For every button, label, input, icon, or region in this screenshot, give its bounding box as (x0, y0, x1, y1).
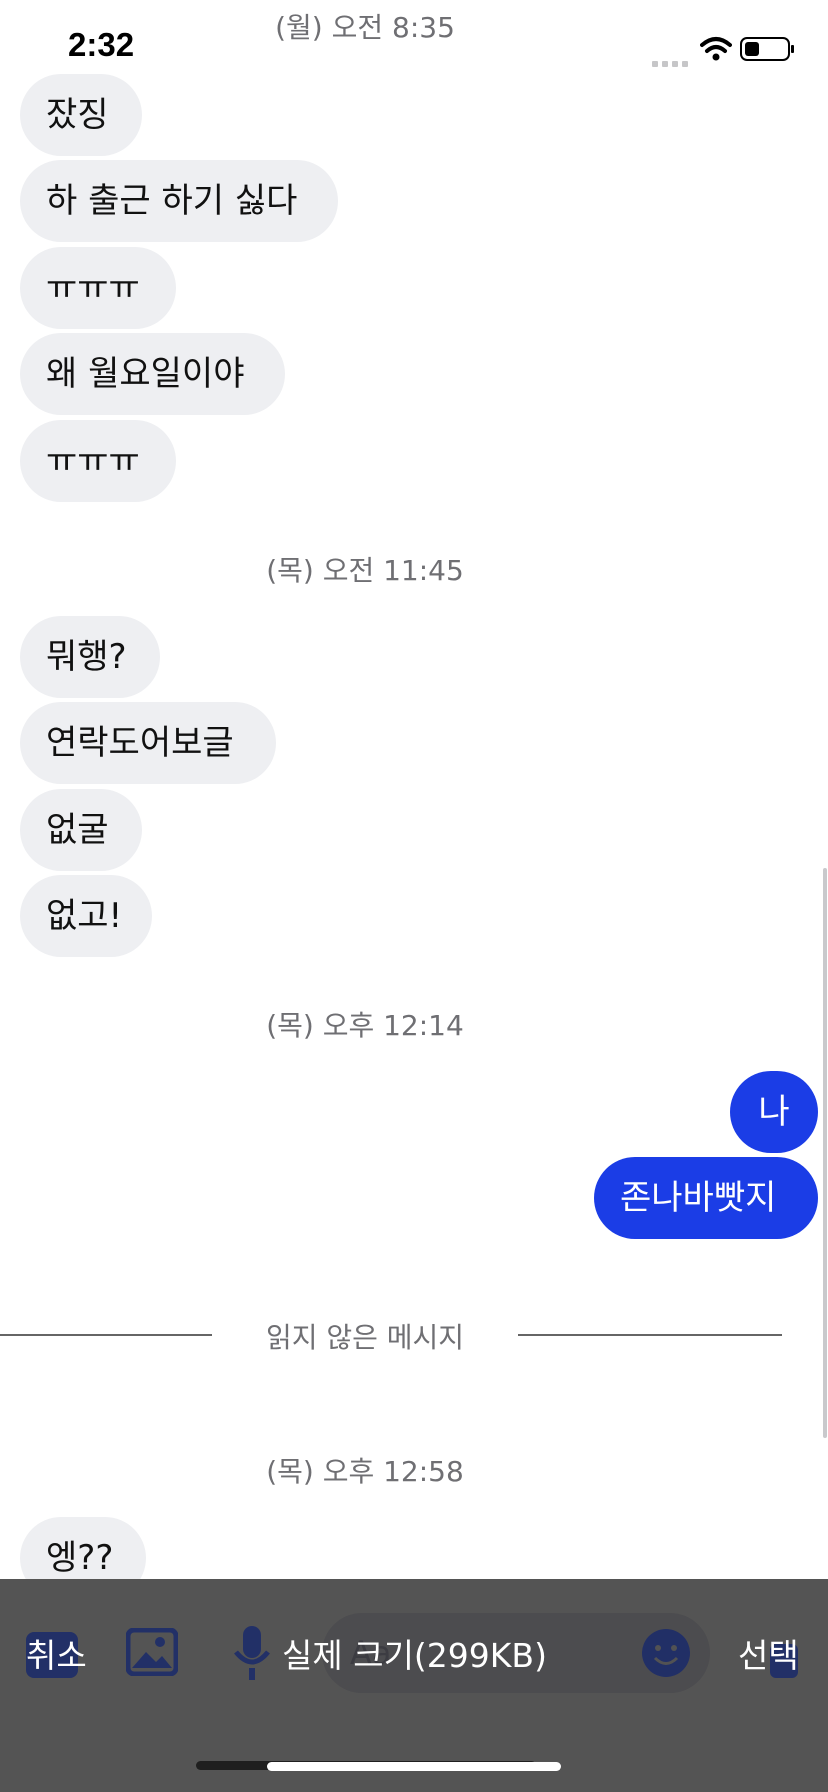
message-timestamp: (목) 오후 12:58 (266, 1455, 464, 1488)
scrollbar[interactable] (823, 868, 827, 1438)
incoming-message-bubble[interactable]: 뭐행? (20, 616, 160, 698)
microphone-icon (232, 1624, 272, 1684)
incoming-message-bubble[interactable]: ㅠㅠㅠ (20, 247, 176, 329)
message-timestamp: (목) 오후 12:14 (266, 1009, 464, 1042)
outgoing-message-bubble[interactable]: 존나바빳지 (594, 1157, 818, 1239)
home-indicator[interactable] (267, 1762, 561, 1771)
image-size-option[interactable]: 실제 크기(299KB) (282, 1629, 547, 1677)
incoming-message-bubble[interactable]: 없굴 (20, 789, 142, 871)
battery-icon (740, 37, 796, 61)
outgoing-message-bubble[interactable]: 나 (730, 1071, 818, 1153)
emoji-icon (640, 1627, 692, 1679)
message-timestamp: (목) 오전 11:45 (266, 554, 464, 587)
incoming-message-bubble[interactable]: 연락도어보글 (20, 702, 276, 784)
unread-divider-label: 읽지 않은 메시지 (265, 1321, 465, 1354)
incoming-message-bubble[interactable]: 잤징 (20, 74, 142, 156)
incoming-message-bubble[interactable]: ㅠㅠㅠ (20, 420, 176, 502)
cellular-signal-icon (652, 52, 692, 67)
unread-divider-right-line (518, 1334, 782, 1336)
select-button[interactable]: 선택 (738, 1629, 799, 1677)
incoming-message-bubble[interactable]: 왜 월요일이야 (20, 333, 285, 415)
incoming-message-bubble[interactable]: 없고! (20, 875, 152, 957)
gallery-icon (125, 1627, 179, 1677)
incoming-message-bubble[interactable]: 하 출근 하기 싫다 (20, 160, 338, 242)
message-timestamp: (월) 오전 8:35 (275, 11, 455, 44)
cancel-button[interactable]: 취소 (26, 1629, 87, 1677)
